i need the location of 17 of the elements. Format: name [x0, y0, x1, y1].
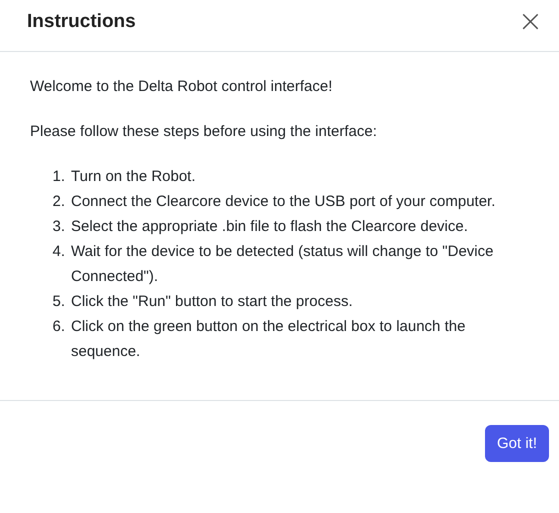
- step-number: 1.: [51, 167, 65, 187]
- close-button[interactable]: ×: [514, 6, 547, 36]
- step-number: 6.: [51, 317, 65, 337]
- dialog-title: Instructions: [27, 10, 136, 32]
- step-number: 3.: [51, 217, 65, 237]
- instructions-lead-text: Please follow these steps before using the interface:: [30, 122, 378, 142]
- step-text: Wait for the device to be detected (status will change to "Device Connected").: [71, 242, 494, 287]
- step-number: 5.: [51, 292, 65, 312]
- step-text: Click on the green button on the electrical box to launch the sequence.: [71, 317, 466, 362]
- welcome-text: Welcome to the Delta Robot control interface!: [30, 77, 334, 97]
- step-number: 4.: [51, 242, 65, 262]
- step-number: 2.: [51, 192, 65, 212]
- step-text: Click the "Run" button to start the process.: [71, 292, 354, 312]
- step-text: Select the appropriate .bin file to flash the Clearcore device.: [71, 217, 469, 237]
- got-it-button[interactable]: Got it!: [484, 425, 549, 462]
- step-text: Turn on the Robot.: [71, 167, 197, 187]
- step-text: Connect the Clearcore device to the USB port of your computer.: [71, 192, 496, 212]
